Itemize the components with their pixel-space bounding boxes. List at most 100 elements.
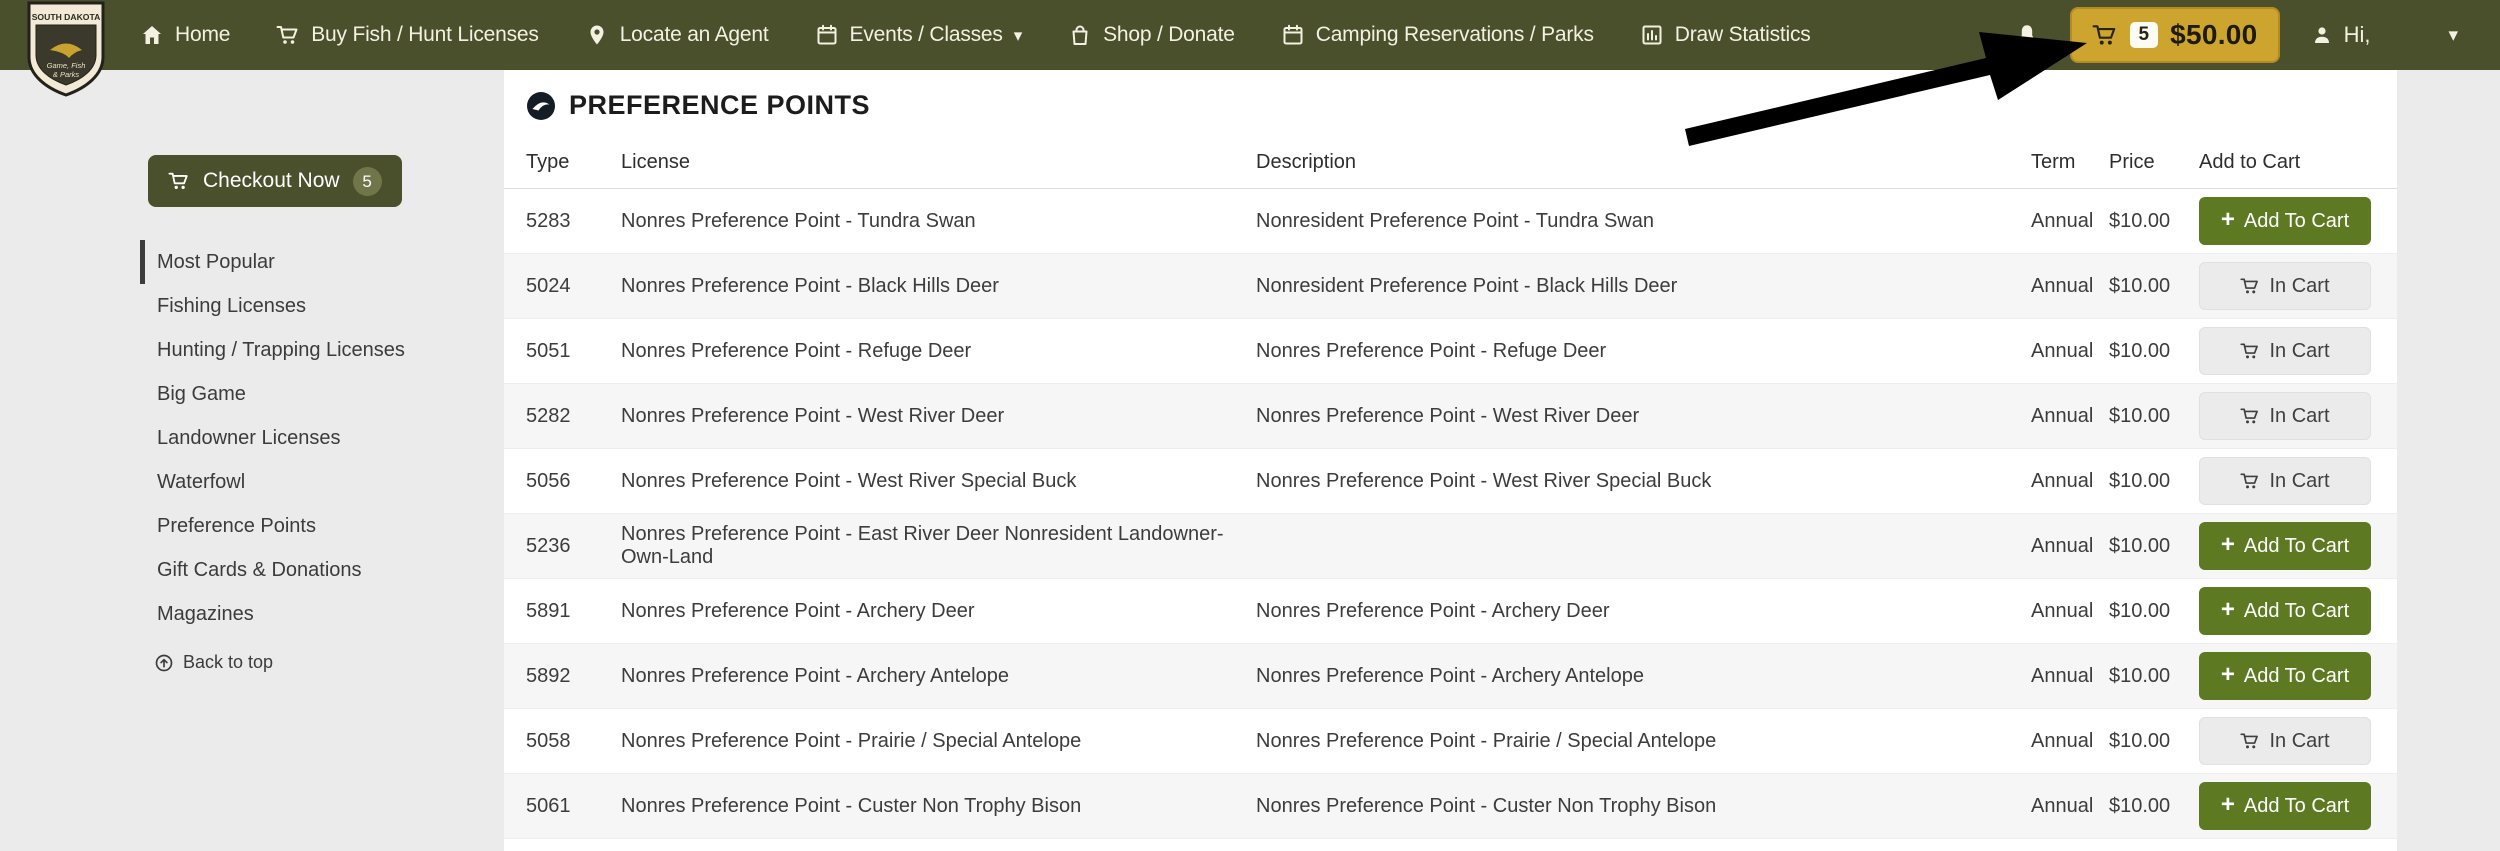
nav-item-label: Shop / Donate (1103, 23, 1235, 47)
add-to-cart-button[interactable]: +Add To Cart (2199, 652, 2371, 700)
cell-price: $10.00 (2109, 275, 2199, 298)
cell-price: $10.00 (2109, 470, 2199, 493)
nav-item-label: Buy Fish / Hunt Licenses (311, 23, 538, 47)
table-row: 5061Nonres Preference Point - Custer Non… (504, 774, 2397, 839)
table-body: 5283Nonres Preference Point - Tundra Swa… (504, 189, 2397, 839)
cart-icon (2240, 471, 2260, 491)
sidebar-item-hunting-trapping-licenses[interactable]: Hunting / Trapping Licenses (140, 328, 440, 372)
sidebar-item-landowner-licenses[interactable]: Landowner Licenses (140, 416, 440, 460)
cart-icon (276, 23, 300, 47)
cell-price: $10.00 (2109, 535, 2199, 558)
add-to-cart-button[interactable]: +Add To Cart (2199, 782, 2371, 830)
cell-action: In Cart (2199, 327, 2375, 375)
in-cart-label: In Cart (2269, 730, 2329, 753)
nav-item-label: Locate an Agent (620, 23, 769, 47)
cell-description: Nonres Preference Point - Custer Non Tro… (1256, 795, 2031, 818)
nav-item-label: Draw Statistics (1675, 23, 1811, 47)
cart-total-button[interactable]: 5 $50.00 (2070, 7, 2280, 63)
cell-license: Nonres Preference Point - West River Dee… (621, 405, 1256, 428)
cell-action: +Add To Cart (2199, 522, 2375, 570)
cart-icon (2240, 731, 2260, 751)
add-to-cart-button[interactable]: +Add To Cart (2199, 197, 2371, 245)
svg-text:SOUTH DAKOTA: SOUTH DAKOTA (32, 12, 101, 22)
notifications-bell-icon[interactable] (2014, 22, 2040, 48)
table-row: 5282Nonres Preference Point - West River… (504, 384, 2397, 449)
cell-type: 5058 (526, 730, 621, 753)
table-header: Type License Description Term Price Add … (504, 137, 2397, 189)
in-cart-button[interactable]: In Cart (2199, 717, 2371, 765)
sidebar-item-magazines[interactable]: Magazines (140, 592, 440, 636)
sidebar-item-preference-points[interactable]: Preference Points (140, 504, 440, 548)
account-menu[interactable]: Hi, (2310, 22, 2371, 48)
sd-gfp-logo[interactable]: SOUTH DAKOTA Game, Fish & Parks (26, 0, 106, 98)
cell-term: Annual (2031, 275, 2109, 298)
cell-action: In Cart (2199, 392, 2375, 440)
nav-item-events-classes[interactable]: Events / Classes▾ (815, 23, 1023, 47)
table-row: 5058Nonres Preference Point - Prairie / … (504, 709, 2397, 774)
sidebar-menu: Most PopularFishing LicensesHunting / Tr… (140, 240, 440, 636)
nav-item-camping-reservations-parks[interactable]: Camping Reservations / Parks (1281, 23, 1594, 47)
checkout-now-button[interactable]: Checkout Now 5 (148, 155, 402, 207)
sidebar-item-big-game[interactable]: Big Game (140, 372, 440, 416)
cell-type: 5891 (526, 600, 621, 623)
cell-license: Nonres Preference Point - Refuge Deer (621, 340, 1256, 363)
in-cart-button[interactable]: In Cart (2199, 262, 2371, 310)
table-row: 5891 Nonres Preference Point - Archery De… (504, 579, 2397, 644)
sidebar-item-waterfowl[interactable]: Waterfowl (140, 460, 440, 504)
cart-count-badge: 5 (2130, 22, 2159, 48)
plus-icon: + (2221, 208, 2235, 232)
in-cart-button[interactable]: In Cart (2199, 457, 2371, 505)
add-to-cart-label: Add To Cart (2244, 795, 2349, 818)
sidebar-item-fishing-licenses[interactable]: Fishing Licenses (140, 284, 440, 328)
cell-term: Annual (2031, 470, 2109, 493)
sidebar-item-most-popular[interactable]: Most Popular (140, 240, 440, 284)
chart-icon (1640, 23, 1664, 47)
cell-price: $10.00 (2109, 405, 2199, 428)
col-header-description: Description (1256, 151, 2031, 174)
cell-price: $10.00 (2109, 730, 2199, 753)
cell-license: Nonres Preference Point - Prairie / Spec… (621, 730, 1256, 753)
cell-description: Nonresident Preference Point - Black Hil… (1256, 275, 2031, 298)
back-to-top-label: Back to top (183, 652, 273, 673)
cell-action: In Cart (2199, 262, 2375, 310)
sidebar-item-gift-cards-donations[interactable]: Gift Cards & Donations (140, 548, 440, 592)
nav-item-shop-donate[interactable]: Shop / Donate (1068, 23, 1235, 47)
greeting-label: Hi, (2344, 22, 2371, 48)
cell-price: $10.00 (2109, 665, 2199, 688)
chevron-down-icon: ▾ (1014, 27, 1022, 44)
page-title: PREFERENCE POINTS (569, 90, 870, 121)
bag-icon (1068, 23, 1092, 47)
back-to-top-link[interactable]: Back to top (154, 652, 440, 673)
nav-right: 5 $50.00 Hi, ▾ (2014, 7, 2500, 63)
calendar-icon (1281, 23, 1305, 47)
cell-action: +Add To Cart (2199, 197, 2375, 245)
cell-term: Annual (2031, 600, 2109, 623)
in-cart-label: In Cart (2269, 340, 2329, 363)
col-header-type: Type (526, 151, 621, 174)
cell-action: +Add To Cart (2199, 782, 2375, 830)
cell-term: Annual (2031, 340, 2109, 363)
nav-item-home[interactable]: Home (140, 23, 230, 47)
in-cart-button[interactable]: In Cart (2199, 392, 2371, 440)
nav-item-buy-fish-hunt-licenses[interactable]: Buy Fish / Hunt Licenses (276, 23, 538, 47)
cell-action: In Cart (2199, 457, 2375, 505)
add-to-cart-button[interactable]: +Add To Cart (2199, 587, 2371, 635)
col-header-price: Price (2109, 151, 2199, 174)
cell-license: Nonres Preference Point - Archery Antelo… (621, 665, 1256, 688)
svg-text:& Parks: & Parks (53, 70, 80, 79)
panel-header: PREFERENCE POINTS (504, 70, 2397, 137)
col-header-term: Term (2031, 151, 2109, 174)
add-to-cart-button[interactable]: +Add To Cart (2199, 522, 2371, 570)
account-chevron-down-icon[interactable]: ▾ (2448, 24, 2458, 47)
table-row: 5892Nonres Preference Point - Archery An… (504, 644, 2397, 709)
nav-item-draw-statistics[interactable]: Draw Statistics (1640, 23, 1811, 47)
in-cart-button[interactable]: In Cart (2199, 327, 2371, 375)
gfp-logo-icon (526, 91, 556, 121)
add-to-cart-label: Add To Cart (2244, 600, 2349, 623)
cell-price: $10.00 (2109, 795, 2199, 818)
cell-description: Nonres Preference Point - West River Spe… (1256, 470, 2031, 493)
cell-term: Annual (2031, 210, 2109, 233)
checkout-label: Checkout Now (203, 169, 340, 193)
cell-description: Nonres Preference Point - Archery Deer (1256, 600, 2031, 623)
nav-item-locate-an-agent[interactable]: Locate an Agent (585, 23, 769, 47)
